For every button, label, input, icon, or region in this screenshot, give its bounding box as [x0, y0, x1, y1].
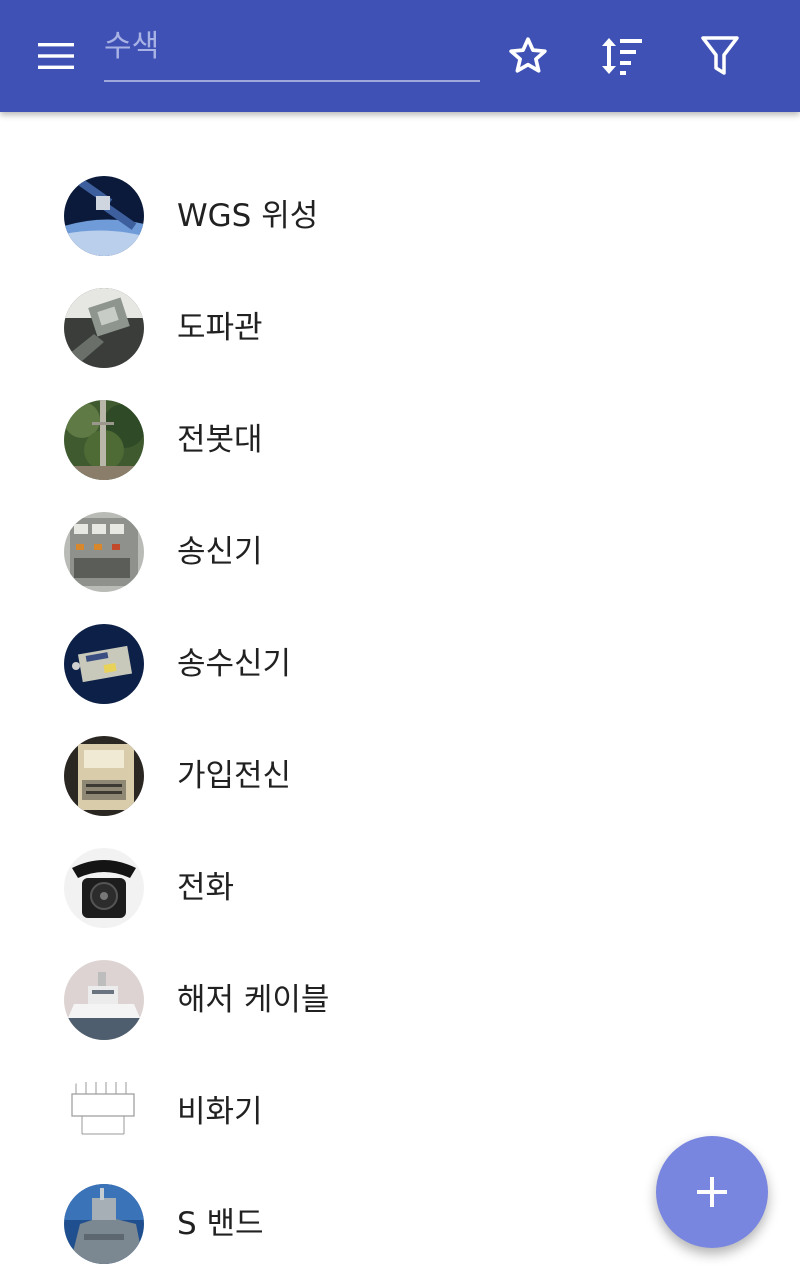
search-input[interactable]	[104, 22, 480, 80]
item-label: 송수신기	[177, 646, 292, 682]
waveguide-thumbnail	[64, 288, 144, 368]
telex-thumbnail	[64, 736, 144, 816]
list-item[interactable]: WGS 위성	[0, 160, 800, 272]
star-icon	[509, 37, 547, 73]
radar-ship-thumbnail	[64, 1184, 144, 1264]
menu-button[interactable]	[26, 33, 86, 79]
app-bar	[0, 0, 800, 112]
transceiver-thumbnail	[64, 624, 144, 704]
item-label: 도파관	[177, 310, 263, 346]
item-label: 전봇대	[177, 422, 263, 458]
list-item[interactable]: 전화	[0, 832, 800, 944]
add-button[interactable]	[656, 1136, 768, 1248]
search-field	[104, 22, 480, 82]
plus-icon	[697, 1177, 727, 1207]
list-item[interactable]: 가입전신	[0, 720, 800, 832]
list-item[interactable]: 도파관	[0, 272, 800, 384]
scrambler-diagram-thumbnail	[64, 1072, 144, 1152]
filter-button[interactable]	[692, 28, 748, 84]
list-item[interactable]: 전봇대	[0, 384, 800, 496]
sort-icon	[602, 38, 642, 75]
item-label: 가입전신	[177, 758, 292, 794]
search-underline	[104, 80, 480, 82]
filter-icon	[701, 36, 739, 75]
list-item[interactable]: 송신기	[0, 496, 800, 608]
item-label: 전화	[177, 870, 235, 906]
utility-pole-thumbnail	[64, 400, 144, 480]
item-label: 송신기	[177, 534, 263, 570]
sort-button[interactable]	[595, 28, 651, 84]
telephone-thumbnail	[64, 848, 144, 928]
cable-ship-thumbnail	[64, 960, 144, 1040]
list-item[interactable]: 송수신기	[0, 608, 800, 720]
item-label: S 밴드	[177, 1206, 264, 1242]
favorites-button[interactable]	[500, 28, 556, 84]
satellite-thumbnail	[64, 176, 144, 256]
article-list: WGS 위성 도파관 전봇대 송신기 송수신기 가입전신 전화 해저 케이블 비…	[0, 160, 800, 1280]
menu-icon	[38, 43, 74, 69]
transmitter-thumbnail	[64, 512, 144, 592]
item-label: 해저 케이블	[177, 982, 330, 1018]
item-label: WGS 위성	[177, 198, 319, 234]
list-item[interactable]: 해저 케이블	[0, 944, 800, 1056]
item-label: 비화기	[177, 1094, 263, 1130]
app-screen: WGS 위성 도파관	[0, 0, 800, 1280]
